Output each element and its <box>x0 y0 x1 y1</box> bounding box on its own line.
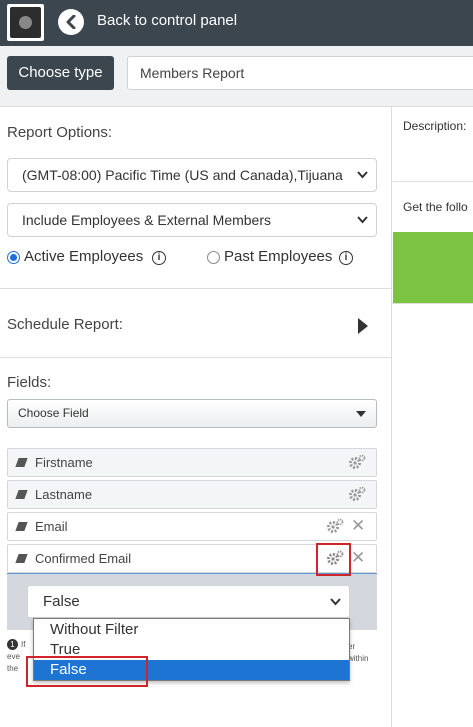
dropdown-option-without-filter[interactable]: Without Filter <box>34 620 349 640</box>
caret-down-icon <box>356 411 366 417</box>
description-text: Get the follo <box>403 200 468 214</box>
field-row-lastname[interactable]: Lastname <box>7 480 377 509</box>
divider <box>393 303 473 304</box>
info-icon[interactable]: i <box>152 251 166 265</box>
field-row-email[interactable]: Email ✕ <box>7 512 377 541</box>
employee-status-radios: Active Employees i Past Employees i <box>7 247 377 269</box>
timezone-select[interactable]: (GMT-08:00) Pacific Time (US and Canada)… <box>7 158 377 192</box>
field-label: Firstname <box>35 455 93 470</box>
play-icon[interactable] <box>358 318 368 334</box>
green-banner <box>393 232 473 303</box>
choose-field-placeholder: Choose Field <box>18 406 89 420</box>
gear-highlight-box <box>316 543 351 576</box>
note-number-badge: 1 <box>7 639 18 650</box>
filter-value-select[interactable]: False <box>27 585 350 618</box>
note-text-1: If <box>21 640 26 649</box>
pencil-icon <box>15 490 28 499</box>
field-row-firstname[interactable]: Firstname <box>7 448 377 477</box>
field-label: Lastname <box>35 487 93 502</box>
close-icon[interactable]: ✕ <box>351 548 365 568</box>
active-employees-label[interactable]: Active Employees <box>24 248 143 265</box>
back-arrow-icon[interactable] <box>58 9 84 35</box>
past-employees-label[interactable]: Past Employees <box>224 248 332 265</box>
description-label: Description: <box>403 119 467 133</box>
members-select[interactable]: Include Employees & External Members <box>7 203 377 237</box>
close-icon[interactable]: ✕ <box>351 516 365 536</box>
chevron-down-icon <box>357 216 368 224</box>
filter-selected-value: False <box>43 593 80 610</box>
pencil-icon <box>15 458 28 467</box>
field-label: Confirmed Email <box>35 551 132 566</box>
active-employees-radio[interactable] <box>7 251 20 264</box>
gear-icon[interactable] <box>348 486 366 502</box>
divider <box>393 181 473 182</box>
pencil-icon <box>15 554 28 563</box>
fields-label: Fields: <box>7 374 52 391</box>
false-option-highlight-box <box>26 656 148 687</box>
timezone-value: (GMT-08:00) Pacific Time (US and Canada)… <box>22 167 343 183</box>
choose-type-button[interactable]: Choose type <box>7 56 114 90</box>
note-text-right-2: within <box>348 654 369 663</box>
chevron-down-icon <box>357 171 368 179</box>
past-employees-radio[interactable] <box>207 251 220 264</box>
description-panel: Description: Get the follo <box>393 107 473 727</box>
top-bar: Back to control panel <box>0 0 473 46</box>
chevron-down-icon <box>330 598 341 606</box>
field-label: Email <box>35 519 68 534</box>
schedule-report-label[interactable]: Schedule Report: <box>7 316 123 333</box>
choose-field-select[interactable]: Choose Field <box>7 399 377 428</box>
divider <box>0 357 392 358</box>
pencil-icon <box>15 522 28 531</box>
logo-image <box>10 7 41 38</box>
members-value: Include Employees & External Members <box>22 212 271 228</box>
back-to-control-panel-link[interactable]: Back to control panel <box>97 12 237 29</box>
company-logo[interactable] <box>7 4 44 41</box>
gear-icon[interactable] <box>348 454 366 470</box>
report-type-bar: Choose type Members Report <box>0 46 473 107</box>
gear-icon[interactable] <box>326 518 344 534</box>
report-name-field[interactable]: Members Report <box>127 56 473 90</box>
info-icon[interactable]: i <box>339 251 353 265</box>
report-options-label: Report Options: <box>7 124 113 141</box>
divider <box>0 288 392 289</box>
